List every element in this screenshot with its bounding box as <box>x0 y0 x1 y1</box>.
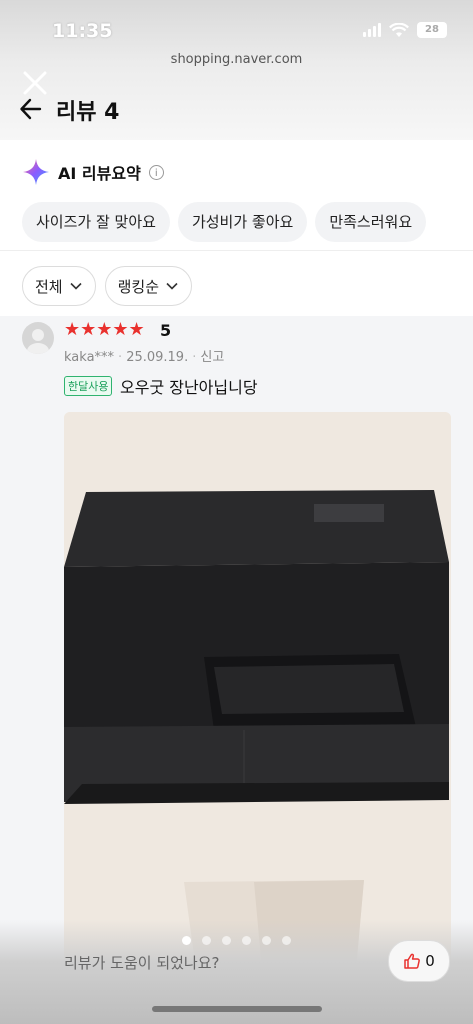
review-date: 25.09.19. <box>126 350 189 365</box>
rating-score: 5 <box>160 321 172 340</box>
page-dot[interactable] <box>282 936 291 945</box>
ai-sparkle-icon <box>23 159 49 185</box>
review-item: ★★★★★ 5 kaka*** · 25.09.19. · 신고 한달사용 오우굿 장난… <box>0 316 473 1016</box>
home-indicator <box>152 1006 322 1012</box>
section-divider <box>0 250 473 251</box>
battery-icon: 28 <box>417 22 447 38</box>
report-link[interactable]: 신고 <box>200 350 224 365</box>
page-title: 리뷰 4 <box>56 100 120 125</box>
status-time: 11:35 <box>52 20 113 42</box>
browser-top-area: 11:35 28 shopping.naver.com 리뷰 4 <box>0 0 473 140</box>
wifi-icon <box>389 22 409 37</box>
chevron-down-icon <box>70 282 82 290</box>
page-dot[interactable] <box>242 936 251 945</box>
sort-label: 랭킹순 <box>117 277 160 296</box>
review-text: 오우굿 장난아닙니당 <box>120 378 258 397</box>
usage-badge: 한달사용 <box>64 376 113 396</box>
page-dot[interactable] <box>222 936 231 945</box>
helpful-question: 리뷰가 도움이 되었나요? <box>64 954 220 972</box>
url-bar[interactable]: shopping.naver.com <box>0 52 473 67</box>
back-arrow-icon[interactable] <box>18 96 44 122</box>
review-meta: kaka*** · 25.09.19. · 신고 <box>64 350 225 365</box>
summary-chip[interactable]: 만족스러워요 <box>315 202 427 242</box>
like-count: 0 <box>425 952 435 970</box>
thumbs-up-icon <box>404 953 421 969</box>
rating-stars: ★★★★★ <box>64 319 145 340</box>
signal-icon <box>363 23 381 37</box>
summary-chips: 사이즈가 잘 맞아요 가성비가 좋아요 만족스러워요 <box>22 202 427 242</box>
ai-summary-header: AI 리뷰요약 i <box>22 158 164 186</box>
reviewer-name: kaka*** <box>64 350 115 365</box>
page-dot[interactable] <box>202 936 211 945</box>
review-photo[interactable] <box>64 412 451 992</box>
filter-all-button[interactable]: 전체 <box>22 266 96 306</box>
status-icons: 28 <box>363 22 447 38</box>
ai-review-summary: AI 리뷰요약 i 사이즈가 잘 맞아요 가성비가 좋아요 만족스러워요 <box>0 140 473 250</box>
sort-button[interactable]: 랭킹순 <box>104 266 193 306</box>
header-nav: 리뷰 4 <box>0 92 473 132</box>
chevron-down-icon <box>166 282 178 290</box>
battery-level: 28 <box>425 24 439 35</box>
review-filters: 전체 랭킹순 <box>22 266 193 306</box>
user-icon <box>27 329 49 354</box>
page-dot[interactable] <box>182 936 191 945</box>
ai-summary-title: AI 리뷰요약 <box>58 164 141 183</box>
avatar <box>22 322 54 354</box>
summary-chip[interactable]: 가성비가 좋아요 <box>177 202 308 242</box>
info-icon[interactable]: i <box>148 164 164 180</box>
product-box-image <box>64 412 451 992</box>
page-dot[interactable] <box>262 936 271 945</box>
summary-chip[interactable]: 사이즈가 잘 맞아요 <box>22 202 170 242</box>
like-button[interactable]: 0 <box>388 940 450 982</box>
filter-all-label: 전체 <box>35 277 63 296</box>
